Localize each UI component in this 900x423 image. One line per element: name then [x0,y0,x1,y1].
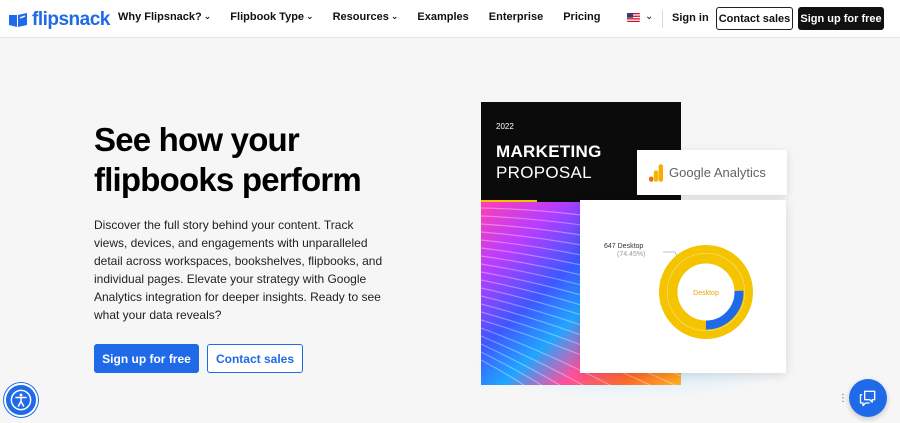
hero-contact-sales-button[interactable]: Contact sales [207,344,303,373]
google-analytics-label: Google Analytics [669,165,766,180]
book-title-light: PROPOSAL [496,163,592,182]
nav-item-label: Examples [417,11,469,23]
accessibility-icon [10,389,32,411]
google-analytics-icon [649,163,663,182]
desktop-donut-chart: Desktop [659,245,753,339]
book-year: 2022 [496,122,514,131]
google-analytics-badge: Google Analytics [637,150,787,195]
accessibility-button[interactable] [4,383,38,417]
chevron-down-icon: ⌄ [390,10,399,21]
nav-item-why-flipsnack[interactable]: Why Flipsnack? ⌄ [118,10,212,24]
chat-icon [859,390,876,407]
hero-description: Discover the full story behind your cont… [94,218,383,322]
nav-divider [662,10,663,28]
hero-title-line2: flipbooks perform [94,161,362,198]
main-menu: Why Flipsnack? ⌄ Flipbook Type ⌄ Resourc… [118,10,601,24]
nav-item-label: Why Flipsnack? [118,11,202,23]
nav-item-pricing[interactable]: Pricing [563,11,600,23]
nav-item-label: Enterprise [488,11,544,23]
hero-title-line1: See how your [94,121,300,158]
donut-center-label: Desktop [693,290,719,297]
hero-sign-up-button[interactable]: Sign up for free [94,344,199,373]
chevron-down-icon: ⌄ [203,10,212,21]
sign-up-button[interactable]: Sign up for free [798,7,884,30]
us-flag-icon [627,13,640,22]
hero-title: See how your flipbooks perform [94,120,424,200]
nav-item-examples[interactable]: Examples [417,11,468,23]
contact-sales-button[interactable]: Contact sales [716,7,793,30]
nav-item-enterprise[interactable]: Enterprise [489,11,543,23]
nav-item-resources[interactable]: Resources ⌄ [332,10,399,24]
logo-text: flipsnack [32,9,110,30]
book-title-bold: MARKETING [496,142,602,161]
nav-item-label: Resources [332,11,389,23]
nav-item-flipbook-type[interactable]: Flipbook Type ⌄ [230,10,314,24]
nav-item-label: Flipbook Type [230,11,305,23]
chevron-down-icon: ⌄ [306,10,314,21]
language-selector[interactable]: ⌄ [627,11,654,23]
sign-in-link[interactable]: Sign in [672,12,709,24]
device-chart-card: 647 Desktop (74.45%) Desktop [580,200,786,373]
nav-item-label: Pricing [563,11,601,23]
flipsnack-logo-icon [9,13,27,27]
chat-button[interactable] [849,379,887,417]
chevron-down-icon: ⌄ [645,11,654,22]
top-navbar: flipsnack Why Flipsnack? ⌄ Flipbook Type… [0,0,900,38]
flipsnack-logo[interactable]: flipsnack [8,9,110,31]
